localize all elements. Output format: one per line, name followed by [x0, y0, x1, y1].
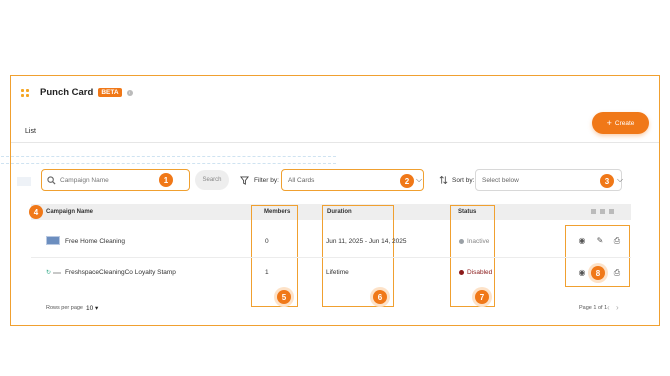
punch-card-panel: Punch Card BETA i List + Create 1 Search… — [1, 75, 660, 326]
page-title: Punch Card — [40, 87, 94, 98]
status-badge: Inactive — [459, 238, 489, 245]
rows-per-page-label: Rows per page — [46, 305, 83, 311]
caret-down-icon: ▾ — [95, 305, 99, 312]
campaign-thumbnail — [46, 236, 60, 245]
prev-page-icon[interactable]: ‹ — [607, 303, 610, 312]
status-label: Inactive — [467, 238, 490, 245]
members-count: 0 — [265, 238, 269, 245]
header: Punch Card BETA i — [21, 87, 133, 98]
plus-icon: + — [606, 117, 612, 128]
status-dot — [459, 269, 464, 275]
row-divider — [31, 257, 631, 258]
filter-label: Filter by: — [254, 177, 279, 184]
rows-per-page-select[interactable]: 10 ▾ — [86, 304, 98, 312]
campaign-thumbnail — [53, 271, 62, 274]
guide-line — [1, 156, 336, 157]
chevron-down-icon[interactable]: ⌵ — [617, 175, 623, 185]
create-button-label: Create — [614, 119, 635, 127]
annotation-badge-5: 5 — [277, 290, 291, 304]
sort-placeholder: Select below — [482, 176, 519, 184]
next-page-icon[interactable]: › — [616, 303, 619, 312]
filter-value: All Cards — [288, 176, 315, 184]
members-highlight — [251, 205, 298, 307]
members-count: 1 — [265, 269, 269, 276]
annotation-badge-6: 6 — [373, 290, 387, 304]
status-dot — [459, 238, 464, 244]
annotation-badge-3: 3 — [600, 174, 614, 188]
edit-icon[interactable]: ✎ — [595, 236, 605, 245]
duration-value: Lifetime — [326, 269, 349, 276]
rows-per-page-value: 10 — [86, 305, 94, 312]
view-mode-toggles[interactable] — [591, 209, 614, 214]
annotation-badge-8: 8 — [591, 266, 605, 280]
refresh-icon: ↻ — [46, 270, 52, 276]
sort-label: Sort by: — [452, 177, 475, 184]
annotation-badge-1: 1 — [159, 173, 173, 187]
campaign-name[interactable]: FreshspaceCleaningCo Loyalty Stamp — [65, 269, 176, 276]
column-campaign-name[interactable]: Campaign Name — [46, 209, 93, 215]
page-info: Page 1 of 1 — [579, 305, 608, 311]
compact-view-icon[interactable] — [609, 209, 614, 214]
view-icon[interactable]: ◉ — [577, 268, 587, 277]
view-icon[interactable]: ◉ — [577, 236, 587, 245]
list-view-icon[interactable] — [600, 209, 605, 214]
tab-divider — [11, 142, 659, 143]
create-button[interactable]: + Create — [592, 112, 649, 134]
table-row[interactable] — [46, 236, 60, 245]
status-highlight — [450, 205, 495, 307]
collapse-handle[interactable] — [17, 177, 31, 186]
annotation-badge-4: 4 — [29, 205, 43, 219]
search-input[interactable] — [60, 176, 155, 184]
annotation-badge-2: 2 — [400, 174, 414, 188]
tab-list[interactable]: List — [25, 128, 36, 135]
sort-icon — [439, 175, 448, 185]
status-label: Disabled — [467, 269, 493, 276]
beta-badge: BETA — [98, 88, 122, 97]
campaign-name[interactable]: Free Home Cleaning — [65, 238, 125, 245]
search-button[interactable]: Search — [195, 170, 229, 190]
print-icon[interactable]: ⎙ — [612, 268, 622, 278]
search-field[interactable]: 1 — [41, 169, 190, 191]
print-icon[interactable]: ⎙ — [612, 236, 622, 246]
grid-view-icon[interactable] — [591, 209, 596, 214]
app-grid-icon — [21, 88, 29, 97]
table-row[interactable]: ↻ — [46, 269, 62, 276]
filter-icon — [240, 176, 249, 185]
annotation-badge-7: 7 — [475, 290, 489, 304]
duration-value: Jun 11, 2025 - Jun 14, 2025 — [326, 238, 407, 245]
search-icon — [47, 175, 56, 185]
info-icon[interactable]: i — [126, 89, 133, 96]
status-badge: Disabled — [459, 269, 492, 276]
guide-line — [1, 163, 336, 164]
chevron-down-icon[interactable]: ⌵ — [416, 175, 422, 185]
